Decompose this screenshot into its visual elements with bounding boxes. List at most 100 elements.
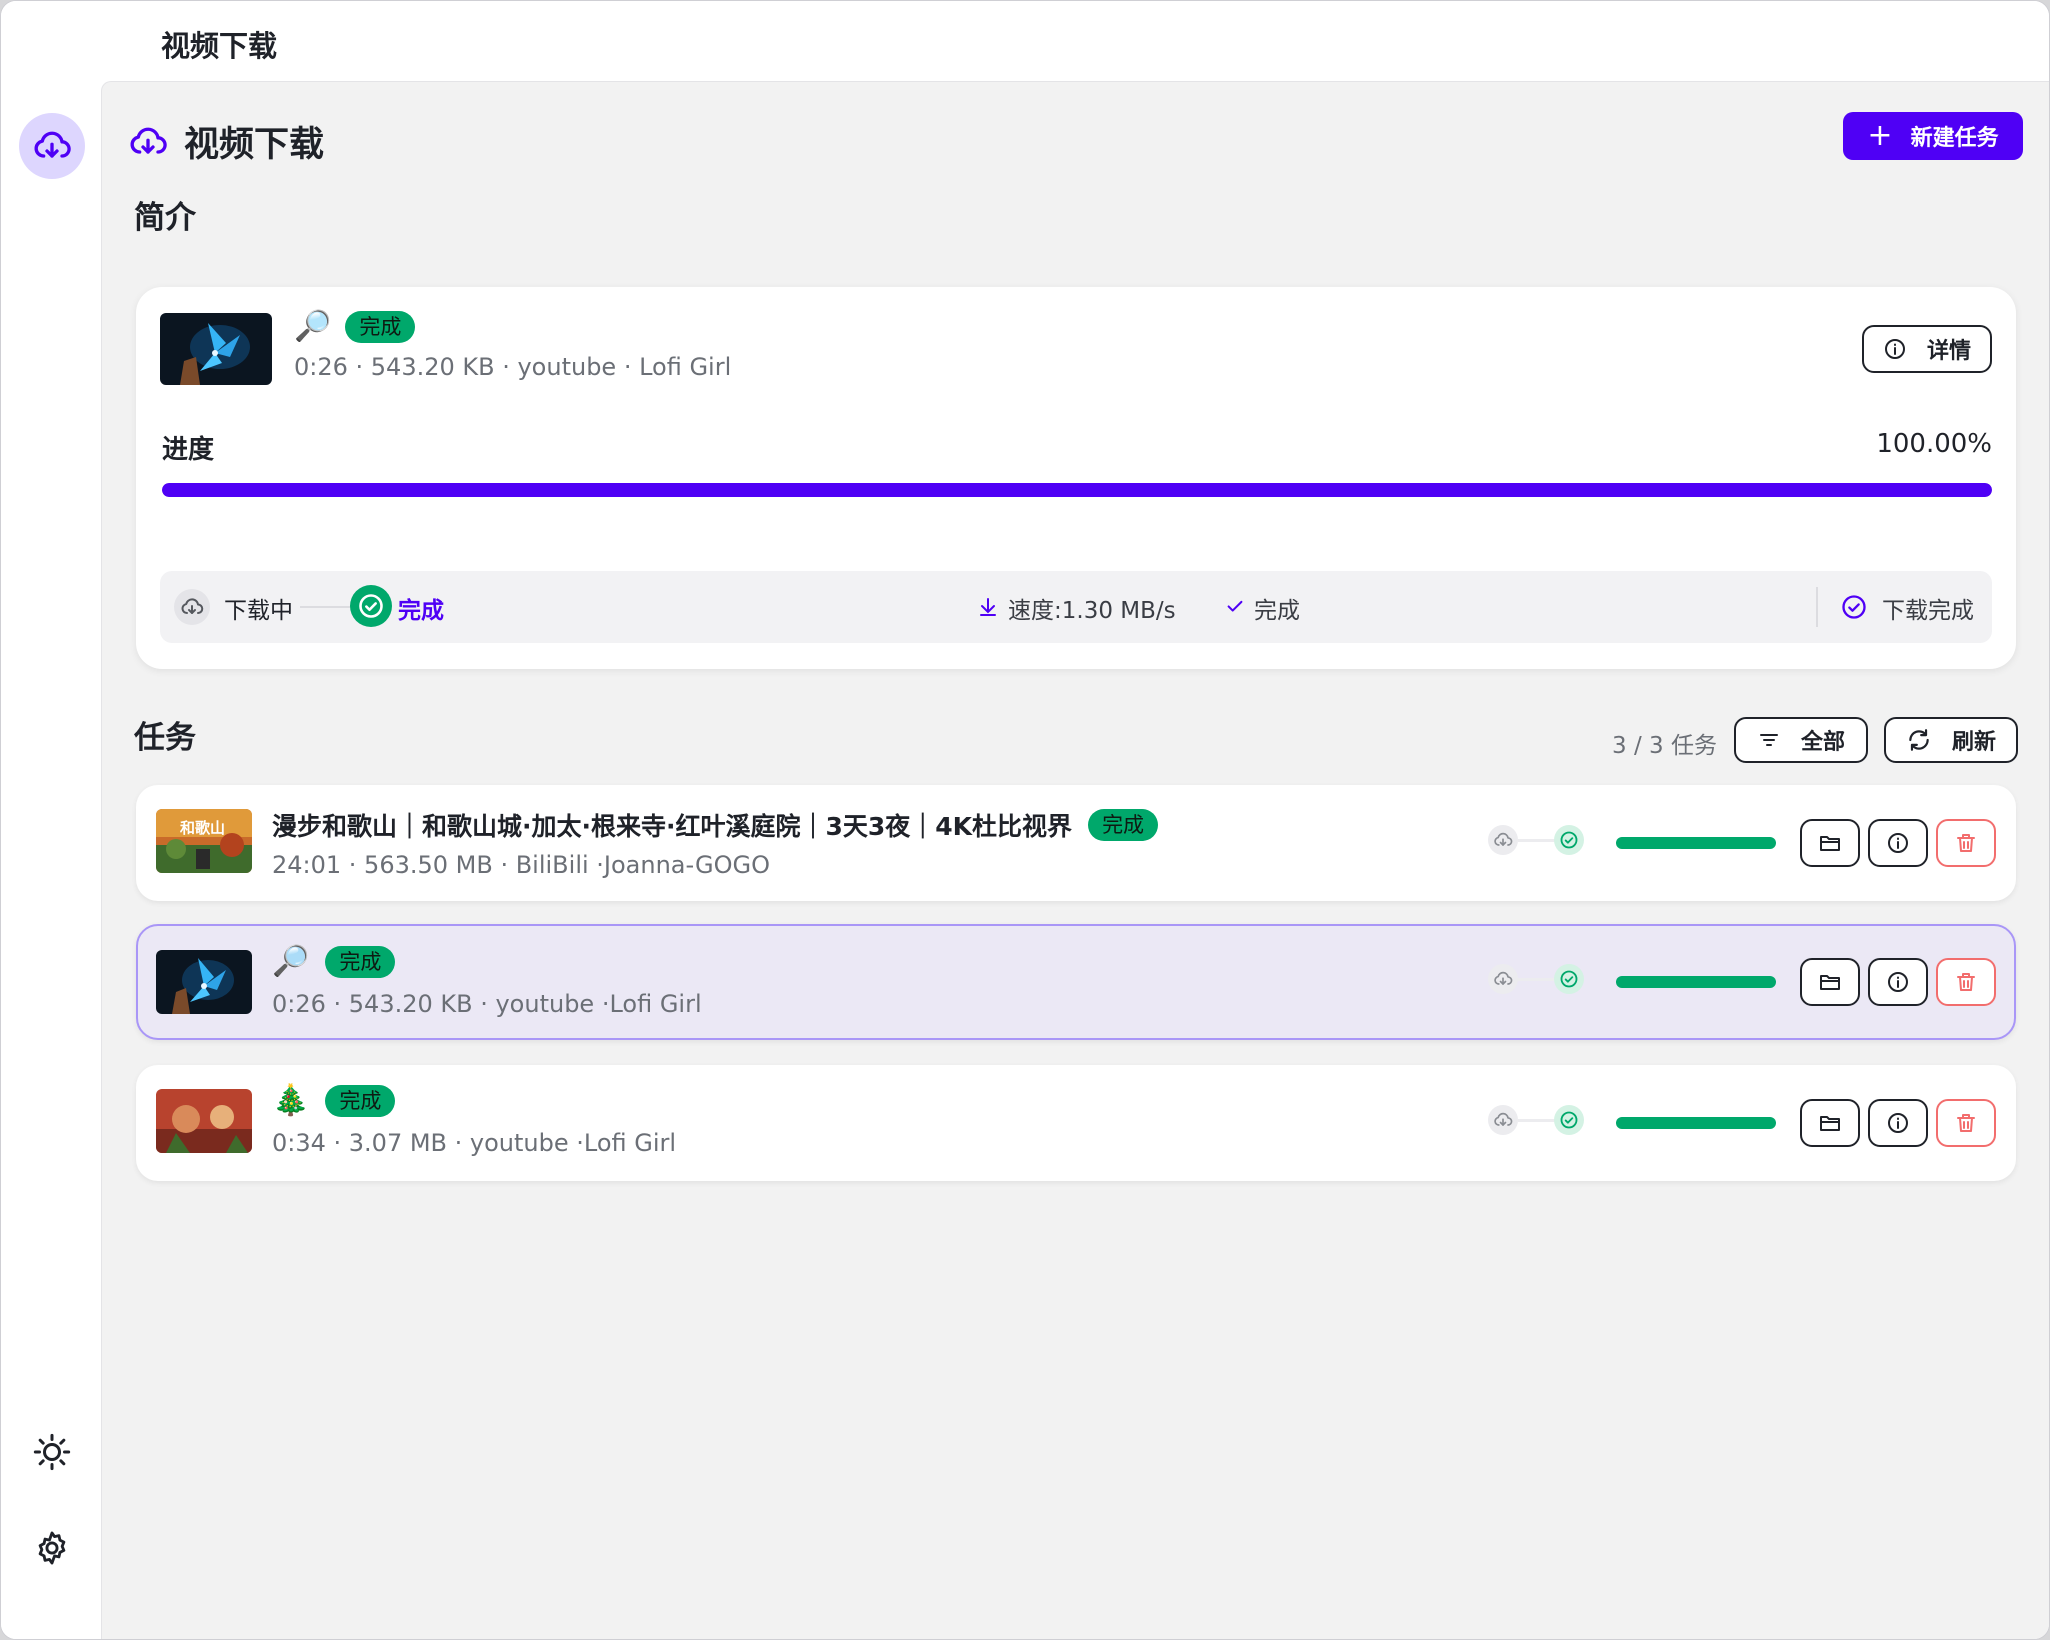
task-meta: 0:34 · 3.07 MB · youtube ·Lofi Girl [272,1129,677,1157]
theme-toggle-button[interactable] [19,1419,85,1485]
folder-icon [1820,975,1840,990]
delete-task-button[interactable] [1936,819,1996,867]
progress-label: 进度 [162,435,215,465]
filter-icon [1759,734,1778,746]
details-button[interactable]: 详情 [1862,325,1992,373]
task-progress-bar [1616,1117,1776,1129]
delete-task-button[interactable] [1936,958,1996,1006]
progress-bar-fill [162,483,1992,497]
main-content: 视频下载 + 新建任务 简介 🔎 完成 0:26 · 543.20 KB · y… [101,81,2049,1639]
task-title: 🎄 [272,1083,310,1118]
step-connector [1518,978,1556,981]
new-task-label: 新建任务 [1910,126,1999,151]
title-bar: 视频下载 [1,1,2049,81]
task-row[interactable]: 🎄 完成 0:34 · 3.07 MB · youtube ·Lofi Girl [136,1065,2016,1181]
delete-task-button[interactable] [1936,1099,1996,1147]
task-thumbnail [156,1089,252,1153]
task-info-button[interactable] [1868,1099,1928,1147]
summary-title-row: 🔎 完成 [294,309,416,344]
trash-icon [1957,1114,1975,1132]
divider [1816,587,1818,627]
status-badge: 完成 [1088,809,1159,841]
task-meta: 0:26 · 543.20 KB · youtube ·Lofi Girl [272,990,702,1018]
info-icon [1888,833,1908,853]
state-text: 完成 [1254,598,1300,624]
task-title: 漫步和歌山｜和歌山城·加太·根来寺·红叶溪庭院｜3天3夜｜4K杜比视界 [272,812,1073,841]
page-title: 视频下载 [184,125,325,165]
open-folder-button[interactable] [1800,1099,1860,1147]
trash-icon [1957,973,1975,991]
task-thumbnail: 和歌山 [156,809,252,873]
task-info-button[interactable] [1868,819,1928,867]
done-step-label: 完成 [398,598,444,624]
download-cloud-icon [130,127,167,154]
check-circle-icon [1554,1105,1584,1135]
status-bar: 下载中 完成 速度:1.30 MB/s 完成 下载完成 [160,571,1992,643]
tasks-section-title: 任务 [134,720,196,756]
download-cloud-icon [1488,964,1518,994]
folder-icon [1820,1116,1840,1131]
step-connector [1518,839,1556,842]
download-cloud-icon [1488,825,1518,855]
folder-icon [1820,836,1840,851]
status-badge: 完成 [325,1084,396,1117]
video-thumbnail [160,313,272,385]
task-title-row: 🎄 完成 [272,1083,396,1118]
open-folder-button[interactable] [1800,819,1860,867]
downloading-step-label: 下载中 [224,598,293,624]
task-row[interactable]: 和歌山 漫步和歌山｜和歌山城·加太·根来寺·红叶溪庭院｜3天3夜｜4K杜比视界 … [136,785,2016,901]
info-icon [1888,1113,1908,1133]
final-state-text: 下载完成 [1882,598,1974,624]
step-connector [300,606,356,608]
task-steps [1488,825,1588,861]
check-circle-icon [1554,825,1584,855]
summary-meta: 0:26 · 543.20 KB · youtube · Lofi Girl [294,353,732,381]
status-badge: 完成 [345,310,416,343]
filter-label: 全部 [1800,730,1845,755]
task-thumbnail [156,950,252,1014]
plus-icon: + [1867,118,1893,153]
new-task-button[interactable]: + 新建任务 [1843,112,2023,160]
task-count: 3 / 3 任务 [1612,733,1717,759]
task-progress-bar [1616,837,1776,849]
download-arrow-icon [980,598,996,616]
open-folder-button[interactable] [1800,958,1860,1006]
download-cloud-icon [34,131,71,158]
status-badge: 完成 [325,945,396,978]
download-cloud-icon [1488,1105,1518,1135]
details-label: 详情 [1926,339,1971,364]
filter-button[interactable]: 全部 [1734,717,1868,763]
check-icon [1227,600,1243,612]
sidebar-item-downloads[interactable] [19,113,85,179]
progress-percent: 100.00% [1876,429,1992,459]
refresh-label: 刷新 [1951,730,1996,755]
task-title-row: 🔎 完成 [272,944,396,979]
task-meta: 24:01 · 563.50 MB · BiliBili ·Joanna-GOG… [272,851,771,879]
check-circle-icon [1554,964,1584,994]
task-steps [1488,1105,1588,1141]
settings-button[interactable] [19,1515,85,1581]
refresh-button[interactable]: 刷新 [1884,717,2018,763]
sun-icon [33,1433,71,1471]
task-title: 🔎 [272,944,310,979]
done-step-icon [350,585,392,627]
summary-section-title: 简介 [134,200,196,236]
speed-text: 速度:1.30 MB/s [1008,598,1176,624]
sidebar [1,81,101,1639]
page-header: 视频下载 [128,116,324,167]
window-title: 视频下载 [161,29,278,63]
info-icon [1884,339,1905,359]
task-steps [1488,964,1588,1000]
download-cloud-icon [181,598,204,615]
task-info-button[interactable] [1868,958,1928,1006]
summary-title: 🔎 [294,309,332,344]
app-window: 视频下载 视频下载 + 新建任务 简介 🔎 完成 0:26 · 543.20 K… [0,0,2050,1640]
info-icon [1888,972,1908,992]
task-title-row: 漫步和歌山｜和歌山城·加太·根来寺·红叶溪庭院｜3天3夜｜4K杜比视界 完成 [272,807,1159,843]
summary-card: 🔎 完成 0:26 · 543.20 KB · youtube · Lofi G… [136,287,2016,669]
check-circle-icon [359,594,383,618]
refresh-icon [1909,729,1929,751]
gear-icon [38,1531,66,1565]
task-row[interactable]: 🔎 完成 0:26 · 543.20 KB · youtube ·Lofi Gi… [136,924,2016,1040]
trash-icon [1957,834,1975,852]
